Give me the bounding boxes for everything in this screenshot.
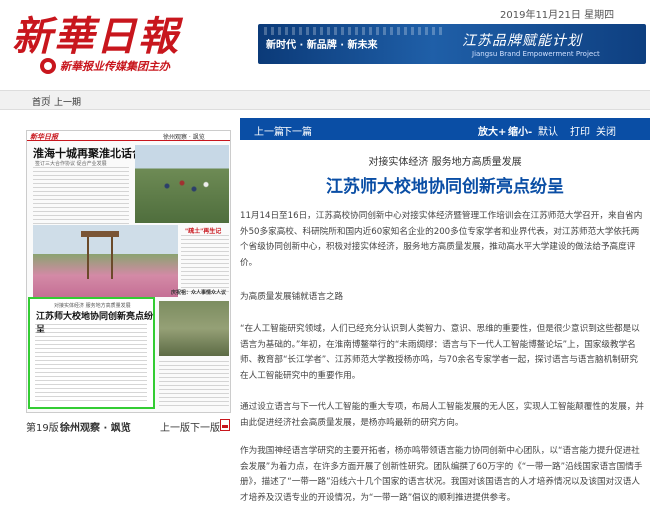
article-paragraph: 11月14日至16日，江苏高校协同创新中心对接实体经济暨管理工作培训会在江苏师范… [240, 211, 643, 268]
brand-banner[interactable]: 新时代 · 新品牌 · 新未来 江苏品牌赋能计划 Jiangsu Brand E… [258, 24, 646, 64]
thumb-selected-subtitle: 对接实体经济 服务地方高质量发展 [54, 303, 131, 309]
reset-zoom-button[interactable]: 默认 [538, 123, 558, 138]
article-paragraph: “在人工智能研究领域，人们已经充分认识到人类智力、意识、思维的重要性，但是很少意… [240, 324, 640, 381]
group-badge-icon [40, 58, 56, 74]
logo-subtitle: 新華报业传媒集团主办 [40, 58, 170, 74]
thumb-logo: 新华日报 [30, 133, 58, 141]
zoom-out-button[interactable]: 缩小- [508, 123, 532, 138]
thumb-header: 新华日报 徐州观察 · 飒览 [27, 131, 230, 141]
prev-page-link[interactable]: 上一版 [160, 419, 190, 434]
banner-subtitle: Jiangsu Brand Empowerment Project [472, 50, 600, 58]
article-paragraph: 作为我国神经语言学研究的主要开拓者，杨亦鸣带领语言能力协同创新中心团队，以“语言… [240, 446, 643, 503]
article-title: 江苏师大校地协同创新亮点纷呈 [326, 177, 564, 197]
zoom-in-button[interactable]: 放大+ [478, 123, 506, 138]
article-subtitle: 对接实体经济 服务地方高质量发展 [368, 157, 522, 168]
thumb-text-block [159, 361, 229, 409]
article-paragraph: 通过设立语言与下一代人工智能的重大专项，布局人工智能发展的无人区，实现人工智能颠… [240, 402, 644, 428]
thumb-article-caption[interactable]: 庆祝祖：众人事情众人议 [171, 289, 226, 296]
thumb-text-block [181, 235, 229, 295]
thumb-text-block [33, 167, 129, 225]
banner-title: 江苏品牌赋能计划 [462, 33, 582, 49]
thumb-subtitle-huaihai: 签订三大合作协议 促合产业发展 [35, 161, 107, 167]
thumb-section: 徐州观察 · 飒览 [163, 134, 205, 141]
thumb-article-soil[interactable]: "疏土"再生记 [185, 226, 221, 235]
logo-subtitle-text: 新華报业传媒集团主办 [60, 60, 170, 73]
article-section-heading: 为高质量发展铺就语言之路 [240, 292, 344, 302]
article-content: 对接实体经济 服务地方高质量发展 江苏师大校地协同创新亮点纷呈 11月14日至1… [240, 140, 650, 529]
pdf-icon[interactable] [220, 419, 230, 431]
thumb-tower-shape [81, 231, 119, 279]
thumb-photo-crowd[interactable] [159, 301, 229, 356]
page-name-link[interactable]: 徐州观察 · 飒览 [60, 419, 131, 434]
issue-date: 2019年11月21日 星期四 [500, 10, 615, 21]
thumb-photo-runners[interactable] [135, 145, 229, 223]
site-header: 新華日報 新華报业传媒集团主办 2019年11月21日 星期四 新时代 · 新品… [0, 0, 650, 82]
nav-separator: | [48, 95, 52, 105]
page-thumbnail[interactable]: 新华日报 徐州观察 · 飒览 淮海十城再聚淮北话合作 签订三大合作协议 促合产业… [26, 130, 231, 413]
prev-article-link[interactable]: 上一篇 [254, 123, 284, 138]
top-nav: 首页 | 上一期 [0, 90, 650, 110]
thumb-article-selected[interactable]: 对接实体经济 服务地方高质量发展 江苏师大校地协同创新亮点纷呈 [28, 297, 155, 409]
next-page-link[interactable]: 下一版 [190, 419, 220, 434]
close-button[interactable]: 关闭 [596, 123, 616, 138]
article-toolbar: 上一篇 下一篇 放大+ 缩小- 默认 打印 关闭 [240, 118, 650, 140]
nav-prev-issue-link[interactable]: 上一期 [54, 95, 81, 108]
banner-decoration [264, 27, 444, 35]
next-article-link[interactable]: 下一篇 [282, 123, 312, 138]
print-button[interactable]: 打印 [570, 123, 590, 138]
site-logo[interactable]: 新華日報 [12, 4, 180, 62]
thumb-text-block [35, 324, 147, 404]
banner-slogan: 新时代 · 新品牌 · 新未来 [266, 40, 378, 51]
